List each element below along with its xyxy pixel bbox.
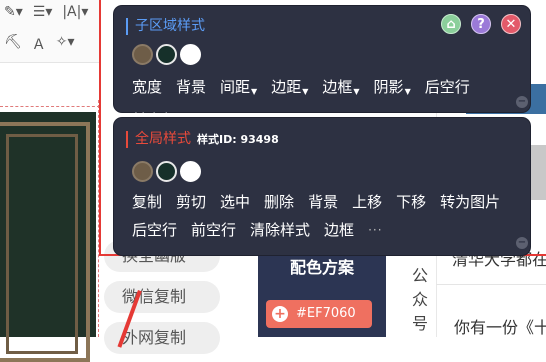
swatch-dark-green[interactable] (156, 161, 177, 182)
swatch-dark-green[interactable] (156, 44, 177, 65)
text-indent-icon[interactable]: |A|▾ (62, 4, 88, 20)
width-button[interactable]: 宽度 (132, 76, 162, 103)
global-style-title: 全局样式 样式ID: 93498 (126, 131, 279, 148)
blank-line-after-button[interactable]: 后空行 (132, 219, 177, 241)
convert-to-image-button[interactable]: 转为图片 (440, 191, 500, 213)
color-value: #EF7060 (296, 306, 356, 321)
move-up-button[interactable]: 上移 (352, 191, 382, 213)
caret-down-icon: ▼ (251, 87, 258, 96)
copy-button[interactable]: 复制 (132, 191, 162, 213)
blank-line-after-button[interactable]: 后空行 (425, 76, 470, 103)
wechat-copy-chip[interactable]: 微信复制 (104, 281, 220, 313)
global-swatches (132, 161, 201, 182)
border-dropdown[interactable]: 边框▼ (322, 76, 359, 103)
global-style-panel: 全局样式 样式ID: 93498 复制 剪切 选中 删除 背景 上移 下移 转为图… (114, 118, 530, 255)
shadow-dropdown[interactable]: 阴影▼ (374, 76, 411, 103)
delete-button[interactable]: 删除 (264, 191, 294, 213)
line-spacing-icon[interactable]: ☰▾ (33, 4, 53, 20)
close-icon[interactable]: ✕ (501, 14, 521, 34)
border-button[interactable]: 边框 (324, 219, 354, 241)
select-button[interactable]: 选中 (220, 191, 250, 213)
article-divider (436, 284, 546, 285)
region-swatches (132, 44, 201, 65)
collapse-icon[interactable]: − (516, 96, 528, 108)
global-style-label: 全局样式 (135, 131, 191, 147)
add-color-button[interactable]: + #EF7060 (266, 300, 372, 328)
toolbar-row-2: ⛏ Ａ ✧▾ (4, 34, 75, 54)
collapse-icon[interactable]: − (516, 237, 528, 249)
more-icon[interactable]: ··· (368, 219, 382, 241)
article-title-line[interactable]: 你有一份《十 (454, 314, 546, 338)
vertical-char: 众 (411, 290, 428, 309)
cut-button[interactable]: 剪切 (176, 191, 206, 213)
swatch-brown[interactable] (132, 44, 153, 65)
article-image[interactable] (0, 112, 96, 362)
clear-style-button[interactable]: 清除样式 (250, 219, 310, 241)
unlock-icon[interactable]: ⌂ (441, 14, 461, 34)
region-style-title: 子区域样式 (126, 18, 205, 35)
background-button[interactable]: 背景 (308, 191, 338, 213)
official-account-label: 公 众 号 (410, 264, 430, 336)
plus-icon: + (272, 306, 288, 322)
region-style-panel: 子区域样式 ⌂ ? ✕ 宽度 背景 间距▼ 边距▼ 边框▼ 阴影▼ 后空行 前空… (114, 6, 530, 129)
style-id: 样式ID: 93498 (197, 133, 279, 146)
blank-line-before-button[interactable]: 前空行 (191, 219, 236, 241)
caret-down-icon: ▼ (302, 87, 309, 96)
image-frame-inner (6, 134, 78, 354)
editor-guide-horizontal (0, 106, 100, 107)
caret-down-icon: ▼ (404, 87, 411, 96)
magic-wand-icon[interactable]: ✧▾ (56, 34, 75, 54)
panel-controls: ⌂ ? ✕ (441, 14, 521, 34)
format-icon[interactable]: ✎▾ (4, 4, 23, 20)
color-scheme-title: 配色方案 (289, 258, 354, 277)
global-actions: 复制 剪切 选中 删除 背景 上移 下移 转为图片 后空行 前空行 清除样式 边… (132, 191, 522, 241)
vertical-char: 号 (411, 314, 428, 333)
swatch-brown[interactable] (132, 161, 153, 182)
background-button[interactable]: 背景 (176, 76, 206, 103)
swatch-white[interactable] (180, 44, 201, 65)
move-down-button[interactable]: 下移 (396, 191, 426, 213)
swatch-white[interactable] (180, 161, 201, 182)
vertical-char: 公 (411, 266, 428, 285)
text-format-icon[interactable]: Ａ (32, 34, 46, 54)
toolbar-divider (0, 62, 100, 63)
paint-bucket-icon[interactable]: ⛏ (4, 34, 22, 54)
caret-down-icon: ▼ (353, 87, 360, 96)
spacing-dropdown[interactable]: 间距▼ (220, 76, 257, 103)
help-icon[interactable]: ? (471, 14, 491, 34)
editor-toolbar: ✎▾ ☰▾ |A|▾ ⛏ Ａ ✧▾ (0, 0, 100, 62)
margin-dropdown[interactable]: 边距▼ (271, 76, 308, 103)
toolbar-row-1: ✎▾ ☰▾ |A|▾ (4, 4, 88, 20)
